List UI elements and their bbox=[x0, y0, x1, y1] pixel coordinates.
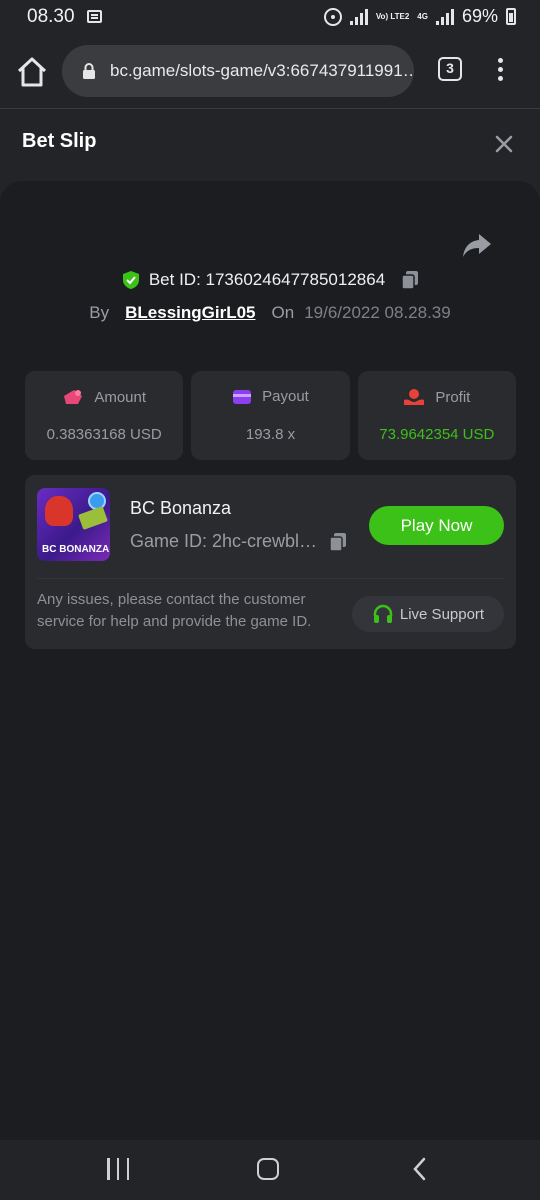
stat-profit: Profit 73.9642354 USD bbox=[357, 371, 516, 460]
status-time: 08.30 bbox=[27, 6, 75, 27]
stat-amount-label: Amount bbox=[94, 388, 147, 406]
share-icon[interactable] bbox=[462, 232, 492, 258]
more-menu-icon[interactable] bbox=[498, 58, 504, 85]
system-nav-bar bbox=[0, 1140, 540, 1200]
game-card: BC BONANZA BC Bonanza Game ID: 2hc-crewb… bbox=[25, 475, 516, 649]
copy-game-id-icon[interactable] bbox=[329, 532, 347, 552]
lock-icon bbox=[83, 63, 95, 79]
signal-icon-2 bbox=[435, 8, 454, 25]
url-text: bc.game/slots-game/v3:667437911991… bbox=[110, 61, 414, 80]
bet-slip-panel bbox=[0, 181, 540, 1141]
amount-icon bbox=[64, 390, 83, 404]
game-id: Game ID: 2hc-crewbl… bbox=[130, 531, 318, 551]
on-label: On bbox=[271, 303, 295, 322]
bet-id: Bet ID: 1736024647785012864 bbox=[148, 270, 386, 289]
recent-apps-icon[interactable] bbox=[107, 1158, 129, 1180]
home-icon[interactable] bbox=[14, 54, 50, 90]
close-icon[interactable] bbox=[494, 134, 514, 154]
bet-date: 19/6/2022 08.28.39 bbox=[304, 303, 451, 322]
headset-icon bbox=[373, 604, 393, 623]
thumbnail-title: BC BONANZA bbox=[42, 544, 110, 555]
browser-toolbar: bc.game/slots-game/v3:667437911991… 3 bbox=[0, 34, 540, 109]
stat-payout: Payout 193.8 x bbox=[191, 371, 350, 460]
message-icon bbox=[87, 10, 102, 23]
stat-amount-value: 0.38363168 USD bbox=[46, 426, 162, 443]
battery-icon bbox=[506, 8, 516, 25]
verified-shield-icon bbox=[122, 271, 139, 289]
back-icon[interactable] bbox=[410, 1157, 430, 1181]
copy-bet-id-icon[interactable] bbox=[401, 270, 419, 290]
by-label: By bbox=[89, 303, 110, 322]
signal-icon bbox=[349, 8, 368, 25]
live-support-button[interactable]: Live Support bbox=[352, 596, 504, 632]
status-bar: 08.30 Vo) LTE2 4G 69% bbox=[0, 0, 540, 34]
stat-payout-value: 193.8 x bbox=[245, 426, 296, 443]
network-type-label: 4G bbox=[417, 11, 428, 21]
stat-payout-label: Payout bbox=[262, 388, 309, 405]
live-support-label: Live Support bbox=[399, 605, 485, 623]
bet-id-row: Bet ID: 1736024647785012864 bbox=[0, 270, 540, 290]
payout-icon bbox=[233, 389, 252, 404]
username-link[interactable]: BLessingGirL05 bbox=[125, 303, 255, 323]
game-title: BC Bonanza bbox=[130, 498, 232, 518]
stat-profit-label: Profit bbox=[435, 388, 471, 406]
status-icons: Vo) LTE2 4G 69% bbox=[323, 6, 516, 27]
bet-byline: By BLessingGirL05 On 19/6/2022 08.28.39 bbox=[0, 303, 540, 323]
stat-amount: Amount 0.38363168 USD bbox=[25, 371, 184, 460]
game-id-row: Game ID: 2hc-crewbl… bbox=[130, 531, 347, 552]
hotspot-icon bbox=[323, 7, 342, 26]
stat-profit-value: 73.9642354 USD bbox=[379, 426, 495, 443]
divider bbox=[37, 578, 504, 579]
address-bar[interactable]: bc.game/slots-game/v3:667437911991… bbox=[62, 45, 414, 97]
profit-icon bbox=[404, 389, 425, 405]
page-title: Bet Slip bbox=[22, 130, 97, 152]
support-notice: Any issues, please contact the customer … bbox=[37, 591, 312, 630]
home-button-icon[interactable] bbox=[257, 1158, 279, 1180]
game-thumbnail[interactable]: BC BONANZA bbox=[37, 488, 110, 561]
bet-stats: Amount 0.38363168 USD Payout 193.8 x Pro… bbox=[25, 371, 516, 460]
tab-switcher-button[interactable]: 3 bbox=[438, 57, 462, 81]
battery-percent: 69% bbox=[461, 6, 498, 26]
play-now-button[interactable]: Play Now bbox=[369, 506, 504, 545]
network-label: Vo) LTE2 bbox=[375, 11, 410, 21]
